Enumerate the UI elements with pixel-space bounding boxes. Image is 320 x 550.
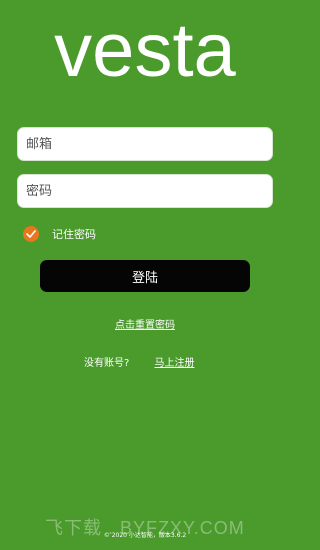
checkmark-icon <box>26 230 36 238</box>
logo-text: vesta <box>54 10 236 88</box>
password-input[interactable] <box>26 183 264 199</box>
reset-password-row: 点击重置密码 <box>0 316 290 331</box>
remember-password: 记住密码 <box>23 226 96 242</box>
remember-password-checkbox[interactable] <box>23 226 39 242</box>
no-account-text: 没有账号? <box>84 358 130 369</box>
remember-password-label: 记住密码 <box>52 228 96 241</box>
vesta-logo-graphic: vesta <box>54 10 236 88</box>
register-row: 没有账号? 马上注册 <box>84 354 195 369</box>
password-field[interactable] <box>17 174 273 208</box>
email-input[interactable] <box>26 136 264 152</box>
login-button[interactable]: 登陆 <box>40 260 250 292</box>
footer-copyright: © 2020 小达智能，版本3.6.2 <box>103 532 187 539</box>
email-field[interactable] <box>17 127 273 161</box>
vesta-logo: vesta <box>0 10 290 88</box>
reset-password-link[interactable]: 点击重置密码 <box>115 320 175 331</box>
register-link[interactable]: 马上注册 <box>155 358 195 369</box>
